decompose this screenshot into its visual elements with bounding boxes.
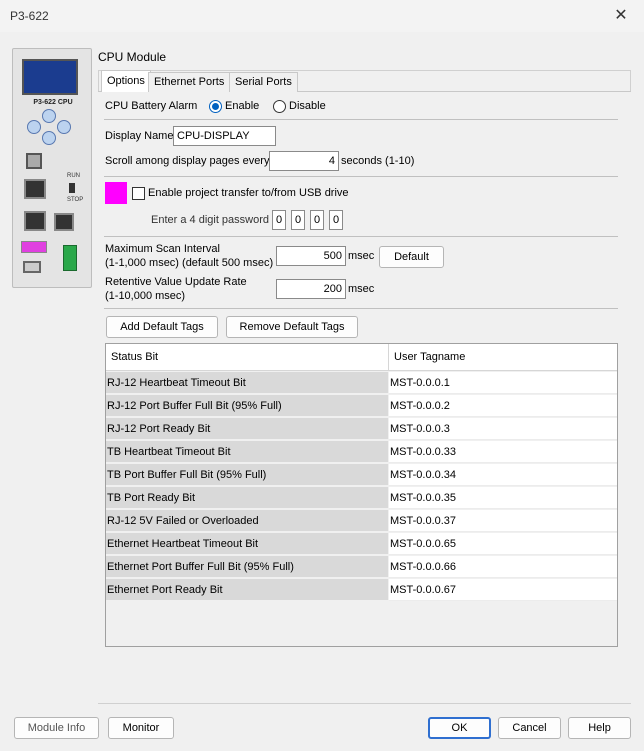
add-default-tags-button[interactable]: Add Default Tags bbox=[106, 316, 218, 338]
divider bbox=[104, 308, 618, 309]
usb-color-swatch bbox=[105, 182, 127, 204]
device-key-left bbox=[27, 120, 41, 134]
scroll-label: Scroll among display pages every bbox=[105, 155, 270, 167]
battery-alarm-label: CPU Battery Alarm bbox=[105, 100, 198, 112]
status-bit-cell: TB Port Buffer Full Bit (95% Full) bbox=[106, 464, 388, 486]
default-button[interactable]: Default bbox=[379, 246, 444, 268]
window-title: P3-622 bbox=[10, 9, 49, 23]
device-usb-a-port bbox=[23, 261, 41, 273]
table-row[interactable]: RJ-12 Port Buffer Full Bit (95% Full) MST… bbox=[106, 395, 617, 418]
scan-interval-unit: msec bbox=[348, 250, 375, 262]
user-tagname-cell[interactable]: MST-0.0.0.65 bbox=[389, 533, 617, 555]
password-label: Enter a 4 digit password bbox=[151, 214, 270, 226]
tab-options[interactable]: Options bbox=[101, 70, 151, 92]
battery-enable-label[interactable]: Enable bbox=[225, 100, 259, 112]
device-key-down bbox=[42, 131, 56, 145]
close-icon[interactable]: ✕ bbox=[606, 4, 636, 28]
usb-transfer-checkbox[interactable] bbox=[132, 187, 145, 200]
status-bit-cell: TB Heartbeat Timeout Bit bbox=[106, 441, 388, 463]
divider bbox=[104, 119, 618, 120]
status-bit-cell: Ethernet Heartbeat Timeout Bit bbox=[106, 533, 388, 555]
column-header-user-tagname[interactable]: User Tagname bbox=[389, 344, 465, 371]
user-tagname-cell[interactable]: MST-0.0.0.3 bbox=[389, 418, 617, 440]
status-bit-cell: RJ-12 Port Buffer Full Bit (95% Full) bbox=[106, 395, 388, 417]
module-info-button[interactable]: Module Info bbox=[14, 717, 99, 739]
device-model-label: P3-622 CPU bbox=[33, 99, 73, 106]
password-digit-1[interactable]: 0 bbox=[272, 210, 286, 230]
device-ethernet-port-2 bbox=[24, 211, 46, 231]
device-usb-port bbox=[26, 153, 42, 169]
user-tagname-cell[interactable]: MST-0.0.0.2 bbox=[389, 395, 617, 417]
device-key-right bbox=[57, 120, 71, 134]
divider bbox=[104, 236, 618, 237]
battery-disable-label[interactable]: Disable bbox=[289, 100, 326, 112]
device-run-stop-switch bbox=[69, 183, 75, 193]
tab-ethernet-ports[interactable]: Ethernet Ports bbox=[148, 72, 231, 92]
retentive-label: Retentive Value Update Rate bbox=[105, 276, 247, 288]
cancel-button[interactable]: Cancel bbox=[498, 717, 561, 739]
table-row[interactable]: Ethernet Port Ready Bit MST-0.0.0.67 bbox=[106, 579, 617, 602]
device-stop-label: STOP bbox=[67, 197, 84, 203]
table-row[interactable]: RJ-12 Heartbeat Timeout Bit MST-0.0.0.1 bbox=[106, 372, 617, 395]
table-row[interactable]: TB Heartbeat Timeout Bit MST-0.0.0.33 bbox=[106, 441, 617, 464]
scan-interval-range-label: (1-1,000 msec) (default 500 msec) bbox=[105, 257, 274, 269]
user-tagname-cell[interactable]: MST-0.0.0.34 bbox=[389, 464, 617, 486]
display-name-input[interactable]: CPU-DISPLAY bbox=[173, 126, 276, 146]
user-tagname-cell[interactable]: MST-0.0.0.37 bbox=[389, 510, 617, 532]
scroll-seconds-input[interactable]: 4 bbox=[269, 151, 339, 171]
table-row[interactable]: TB Port Buffer Full Bit (95% Full) MST-0.… bbox=[106, 464, 617, 487]
scroll-suffix-label: seconds (1-10) bbox=[341, 155, 415, 167]
scan-interval-input[interactable]: 500 bbox=[276, 246, 346, 266]
cpu-device-image: P3-622 CPU RUN STOP bbox=[12, 48, 92, 288]
retentive-input[interactable]: 200 bbox=[276, 279, 346, 299]
table-row[interactable]: Ethernet Port Buffer Full Bit (95% Full)… bbox=[106, 556, 617, 579]
status-bit-cell: Ethernet Port Buffer Full Bit (95% Full) bbox=[106, 556, 388, 578]
tab-serial-ports[interactable]: Serial Ports bbox=[229, 72, 298, 92]
ok-button[interactable]: OK bbox=[428, 717, 491, 739]
retentive-range-label: (1-10,000 msec) bbox=[105, 290, 186, 302]
device-keypad bbox=[19, 109, 79, 145]
device-run-label: RUN bbox=[67, 173, 80, 179]
panel-title: CPU Module bbox=[98, 50, 167, 64]
help-button[interactable]: Help bbox=[568, 717, 631, 739]
user-tagname-cell[interactable]: MST-0.0.0.33 bbox=[389, 441, 617, 463]
device-terminal-block bbox=[63, 245, 77, 271]
title-bar bbox=[0, 0, 644, 32]
password-digit-2[interactable]: 0 bbox=[291, 210, 305, 230]
device-usb-label bbox=[21, 241, 47, 253]
user-tagname-cell[interactable]: MST-0.0.0.67 bbox=[389, 579, 617, 601]
device-key-up bbox=[42, 109, 56, 123]
column-header-status-bit[interactable]: Status Bit bbox=[106, 344, 158, 371]
status-bit-cell: Ethernet Port Ready Bit bbox=[106, 579, 388, 601]
retentive-unit: msec bbox=[348, 283, 375, 295]
monitor-button[interactable]: Monitor bbox=[108, 717, 174, 739]
device-ethernet-port bbox=[24, 179, 46, 199]
status-bit-table: Status Bit User Tagname RJ-12 Heartbeat … bbox=[105, 343, 618, 647]
table-row[interactable]: Ethernet Heartbeat Timeout Bit MST-0.0.0.… bbox=[106, 533, 617, 556]
table-row[interactable]: RJ-12 5V Failed or Overloaded MST-0.0.0.3… bbox=[106, 510, 617, 533]
user-tagname-cell[interactable]: MST-0.0.0.66 bbox=[389, 556, 617, 578]
user-tagname-cell[interactable]: MST-0.0.0.1 bbox=[389, 372, 617, 394]
table-header: Status Bit User Tagname bbox=[106, 344, 617, 371]
scan-interval-label: Maximum Scan Interval bbox=[105, 243, 220, 255]
display-name-label: Display Name bbox=[105, 130, 174, 142]
table-row[interactable]: RJ-12 Port Ready Bit MST-0.0.0.3 bbox=[106, 418, 617, 441]
password-digit-3[interactable]: 0 bbox=[310, 210, 324, 230]
device-screen bbox=[22, 59, 78, 95]
usb-transfer-label[interactable]: Enable project transfer to/from USB driv… bbox=[148, 187, 349, 199]
table-row[interactable]: TB Port Ready Bit MST-0.0.0.35 bbox=[106, 487, 617, 510]
device-rj12-port bbox=[54, 213, 74, 231]
status-bit-cell: RJ-12 Port Ready Bit bbox=[106, 418, 388, 440]
status-bit-cell: RJ-12 5V Failed or Overloaded bbox=[106, 510, 388, 532]
remove-default-tags-button[interactable]: Remove Default Tags bbox=[226, 316, 358, 338]
status-bit-cell: TB Port Ready Bit bbox=[106, 487, 388, 509]
battery-enable-radio[interactable] bbox=[209, 100, 222, 113]
status-bit-cell: RJ-12 Heartbeat Timeout Bit bbox=[106, 372, 388, 394]
password-digit-4[interactable]: 0 bbox=[329, 210, 343, 230]
battery-disable-radio[interactable] bbox=[273, 100, 286, 113]
divider bbox=[104, 176, 618, 177]
user-tagname-cell[interactable]: MST-0.0.0.35 bbox=[389, 487, 617, 509]
